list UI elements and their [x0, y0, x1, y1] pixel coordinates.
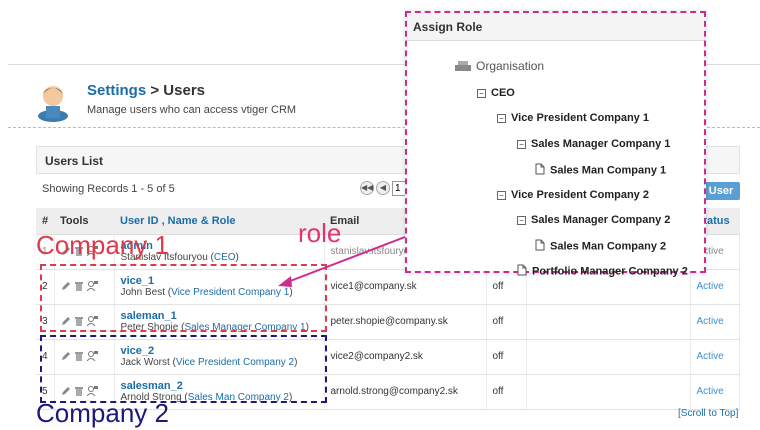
tree-node[interactable]: − Sales Manager Company 1: [517, 138, 670, 150]
tree-node[interactable]: − CEO: [477, 87, 515, 99]
tree-node-label: Sales Manager Company 1: [531, 138, 671, 150]
tree-node[interactable]: Portfolio Manager Company 2: [517, 264, 688, 279]
tree-node-label: Organisation: [476, 59, 545, 73]
tree-node-label: CEO: [491, 87, 515, 99]
tree-node[interactable]: Sales Man Company 2: [535, 239, 666, 254]
collapse-icon[interactable]: −: [517, 139, 526, 149]
tree-node[interactable]: − Vice President Company 1: [497, 112, 649, 124]
assign-role-panel: Assign Role Organisation − CEO − Vice Presid…: [405, 11, 706, 277]
collapse-icon[interactable]: −: [517, 215, 526, 225]
tree-node[interactable]: Sales Man Company 1: [535, 163, 666, 178]
collapse-icon[interactable]: −: [497, 190, 506, 200]
tree-node-label: Sales Manager Company 2: [531, 214, 671, 226]
tree-node-label: Vice President Company 1: [511, 112, 649, 124]
tree-node-label: Vice President Company 2: [511, 189, 649, 201]
scroll-to-top-link[interactable]: [Scroll to Top]: [678, 408, 738, 419]
document-icon: [535, 239, 545, 254]
collapse-icon[interactable]: −: [477, 88, 486, 98]
tree-node[interactable]: − Sales Manager Company 2: [517, 214, 670, 226]
tree-node-label: Portfolio Manager Company 2: [532, 265, 688, 278]
tree-node[interactable]: − Vice President Company 2: [497, 189, 649, 201]
collapse-icon[interactable]: −: [497, 113, 506, 123]
tree-node[interactable]: Organisation: [455, 59, 544, 74]
tree-node-label: Sales Man Company 2: [550, 240, 667, 253]
organisation-icon: [455, 60, 471, 74]
tree-node-label: Sales Man Company 1: [550, 164, 667, 177]
arrow-head: [278, 276, 292, 287]
document-icon: [535, 163, 545, 178]
document-icon: [517, 264, 527, 279]
arrow-line: [284, 231, 419, 284]
assign-role-title: Assign Role: [407, 13, 704, 41]
